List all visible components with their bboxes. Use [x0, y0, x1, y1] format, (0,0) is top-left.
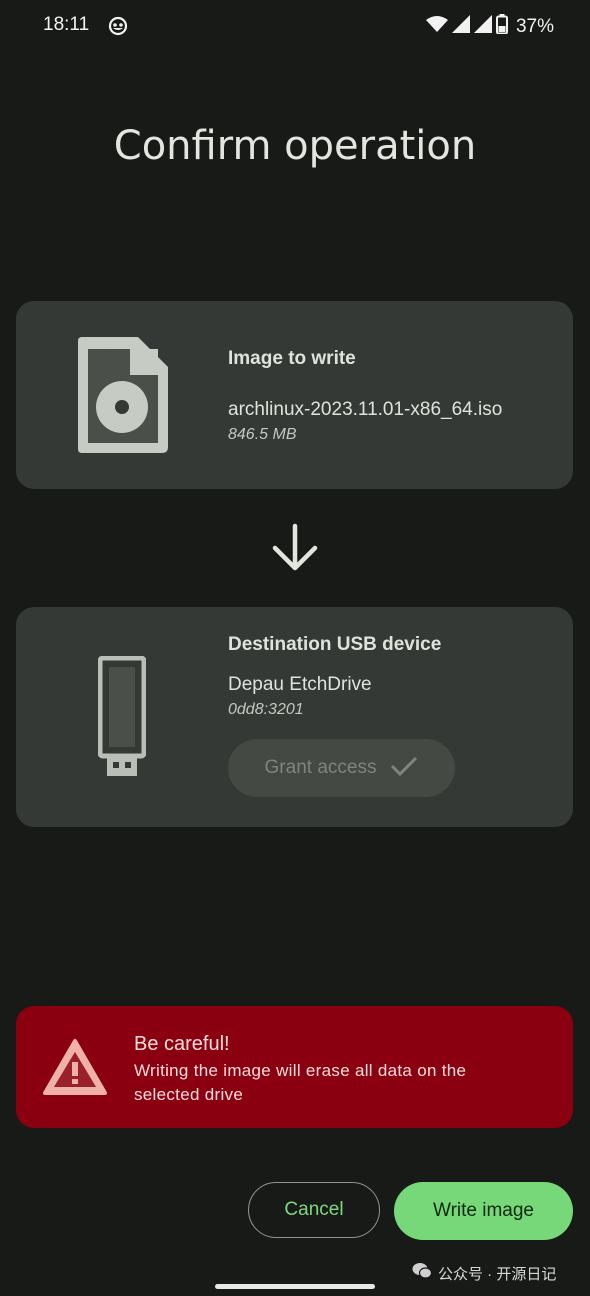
write-image-button[interactable]: Write image	[394, 1182, 573, 1240]
disc-image-file-icon	[74, 335, 170, 460]
wifi-icon	[425, 15, 448, 38]
usb-device-name: Depau EtchDrive	[228, 674, 372, 695]
image-card-heading: Image to write	[228, 348, 356, 369]
arrow-down-icon	[269, 522, 321, 579]
battery-icon	[495, 14, 508, 39]
check-icon	[390, 755, 418, 782]
image-card: Image to write archlinux-2023.11.01-x86_…	[16, 301, 573, 489]
image-size: 846.5 MB	[228, 426, 297, 443]
usb-card-text: Destination USB device Depau EtchDrive 0…	[228, 634, 441, 719]
grant-access-button[interactable]: Grant access	[228, 739, 455, 797]
battery-percent: 37%	[515, 15, 554, 37]
grant-access-label: Grant access	[264, 757, 377, 778]
wechat-icon	[412, 1262, 433, 1284]
image-card-text: Image to write archlinux-2023.11.01-x86_…	[228, 348, 502, 444]
warning-icon	[43, 1038, 107, 1101]
warning-title: Be careful!	[134, 1033, 230, 1055]
app-notification-icon	[108, 16, 128, 41]
signal-icon	[473, 15, 492, 38]
status-bar: 18:11 37%	[0, 0, 590, 52]
status-time: 18:11	[43, 14, 90, 35]
usb-drive-icon	[97, 655, 147, 785]
watermark: 公众号 · 开源日记	[412, 1262, 556, 1284]
warning-message: Writing the image will erase all data on…	[134, 1061, 467, 1104]
usb-card: Destination USB device Depau EtchDrive 0…	[16, 607, 573, 827]
status-icons: 37%	[425, 14, 554, 39]
watermark-text: 公众号 · 开源日记	[438, 1265, 557, 1283]
home-indicator[interactable]	[215, 1284, 375, 1289]
warning-banner: Be careful! Writing the image will erase…	[16, 1006, 573, 1128]
usb-card-heading: Destination USB device	[228, 634, 442, 655]
cancel-button[interactable]: Cancel	[248, 1182, 380, 1238]
page-title: Confirm operation	[113, 122, 477, 169]
usb-device-id: 0dd8:3201	[228, 701, 304, 718]
image-filename: archlinux-2023.11.01-x86_64.iso	[228, 399, 503, 420]
signal-icon	[451, 15, 470, 38]
